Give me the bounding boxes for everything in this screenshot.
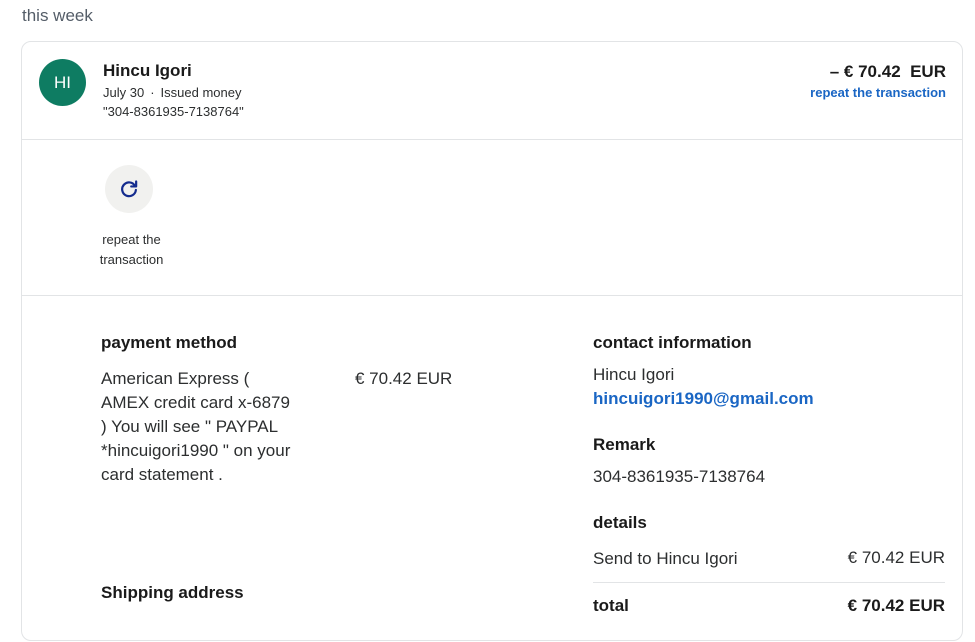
- transaction-reference: "304-8361935-7138764": [103, 104, 244, 119]
- actions-bar: repeat the transaction: [22, 140, 962, 296]
- details-line-label: Send to Hincu Igori: [593, 549, 738, 568]
- details-section: payment method American Express ( AMEX c…: [22, 296, 962, 642]
- transaction-meta: July 30 · Issued money: [103, 85, 241, 100]
- payment-method-amount: € 70.42 EUR: [355, 369, 453, 388]
- total-label: total: [593, 596, 629, 615]
- payment-method-heading: payment method: [101, 333, 238, 352]
- details-heading: details: [593, 513, 647, 532]
- shipping-address-heading: Shipping address: [101, 583, 244, 602]
- details-divider: [593, 582, 945, 583]
- counterparty-name: Hincu Igori: [103, 61, 192, 80]
- avatar: HI: [39, 59, 86, 106]
- refresh-icon: [121, 180, 138, 198]
- details-line-amount: € 70.42 EUR: [847, 548, 945, 567]
- total-amount: € 70.42 EUR: [847, 596, 945, 615]
- repeat-transaction-label: repeat the transaction: [99, 232, 164, 267]
- transaction-header[interactable]: HI Hincu Igori July 30 · Issued money "304…: [22, 42, 962, 140]
- meta-separator: ·: [150, 85, 155, 100]
- remark-value: 304-8361935-7138764: [593, 467, 766, 486]
- payment-method-description: American Express ( AMEX credit card x-68…: [101, 369, 291, 484]
- repeat-transaction-button[interactable]: [105, 165, 153, 213]
- section-heading: this week: [22, 6, 93, 25]
- repeat-transaction-link[interactable]: repeat the transaction: [810, 85, 946, 100]
- contact-name: Hincu Igori: [593, 365, 675, 384]
- transaction-date: July 30: [103, 85, 145, 100]
- contact-info-heading: contact information: [593, 333, 752, 352]
- contact-email-link[interactable]: hincuigori1990@gmail.com: [593, 387, 814, 411]
- transaction-amount: – € 70.42 EUR: [829, 62, 946, 81]
- transaction-type: Issued money: [160, 85, 242, 100]
- transaction-card: HI Hincu Igori July 30 · Issued money "304…: [21, 41, 963, 641]
- remark-heading: Remark: [593, 435, 656, 454]
